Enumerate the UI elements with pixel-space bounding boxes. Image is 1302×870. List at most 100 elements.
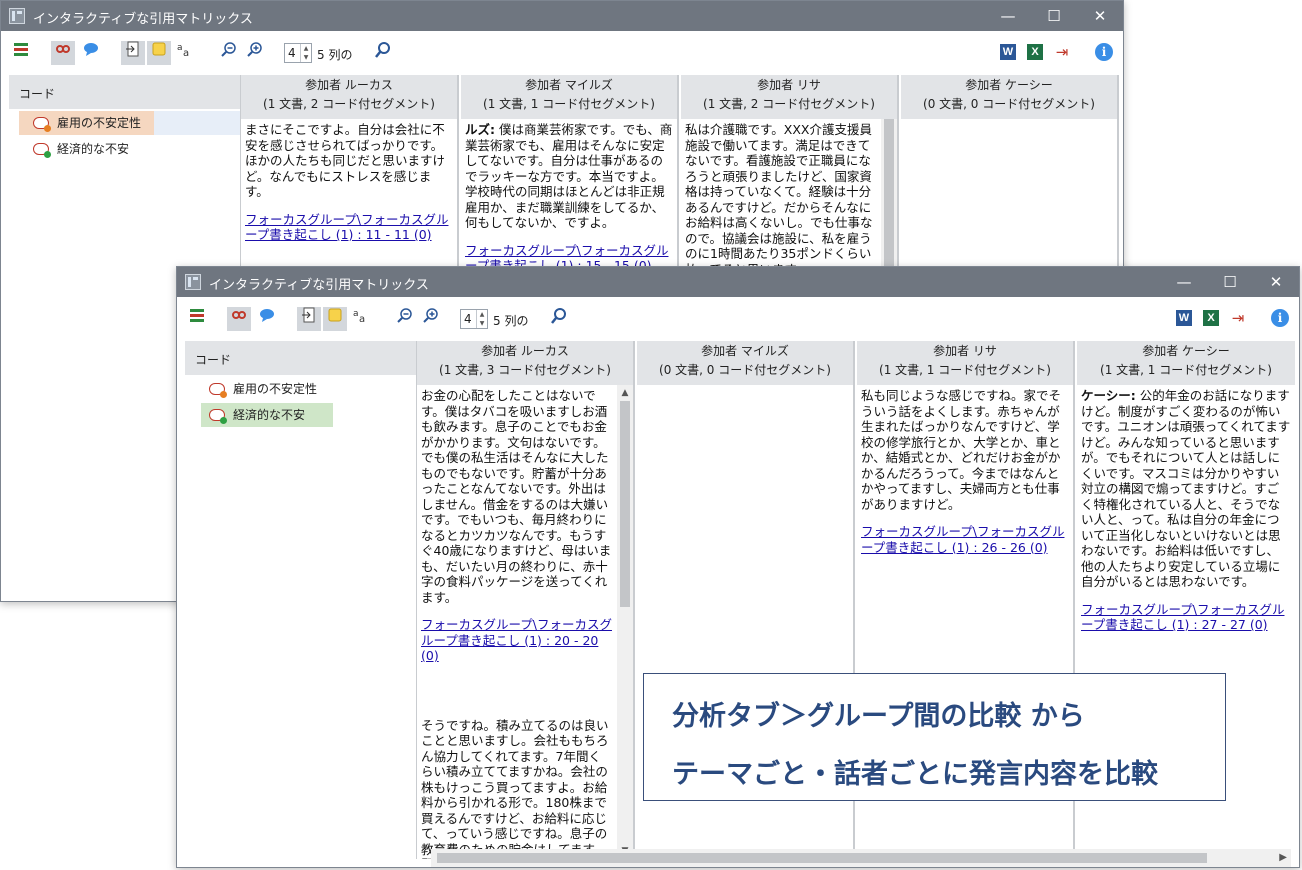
window-title: インタラクティブな引用マトリックス	[209, 278, 429, 293]
segment-link[interactable]: フォーカスグループ\フォーカスグループ書き起こし (1) : 26 - 26 (…	[861, 524, 1069, 555]
scroll-thumb[interactable]	[437, 853, 1207, 863]
maximize-button[interactable]: ☐	[1207, 267, 1253, 297]
participant-name: 参加者 ルーカス	[481, 344, 569, 358]
text-format-icon[interactable]: aa	[349, 307, 373, 331]
zoom-out-icon[interactable]	[217, 41, 241, 65]
code-item-employment-instability[interactable]: 雇用の不安定性	[185, 377, 416, 401]
column-body: お金の心配をしたことはないです。僕はタバコを吸いますしお酒も飲みます。息子のこと…	[417, 385, 617, 859]
close-button[interactable]: ✕	[1077, 1, 1123, 31]
code-item-economic-anxiety[interactable]: 経済的な不安	[9, 137, 240, 161]
callout-line-1: 分析タブ＞グループ間の比較 から	[672, 701, 1085, 732]
excel-export-icon[interactable]: X	[1027, 44, 1043, 60]
stepper-arrows-icon[interactable]: ▲ ▼	[300, 44, 311, 62]
segment-text: ケーシー: 公的年金のお話になりますけど。制度がすごく変わるのが怖いです。ユニオ…	[1081, 388, 1291, 590]
scroll-up-icon[interactable]: ▲	[617, 385, 633, 401]
exit-icon[interactable]: ⇥	[1229, 309, 1247, 327]
segment-stats: (1 文書, 2 コード付セグメント)	[263, 97, 435, 111]
info-icon[interactable]: i	[1095, 43, 1113, 61]
zoom-out-icon[interactable]	[393, 307, 417, 331]
participant-name: 参加者 マイルズ	[701, 344, 789, 358]
code-filter-icon[interactable]	[227, 307, 251, 331]
zoom-in-icon[interactable]	[419, 307, 443, 331]
segment-link[interactable]: フォーカスグループ\フォーカスグループ書き起こし (1) : 20 - 20 (…	[421, 617, 613, 664]
scroll-right-icon[interactable]: ▶	[1279, 849, 1287, 867]
window-title: インタラクティブな引用マトリックス	[33, 12, 253, 27]
column-header: 参加者 リサ (1 文書, 1 コード付セグメント)	[857, 341, 1073, 385]
code-icon	[209, 409, 227, 424]
close-button[interactable]: ✕	[1253, 267, 1299, 297]
segment-stats: (1 文書, 1 コード付セグメント)	[1100, 363, 1272, 377]
memo-icon[interactable]	[255, 307, 279, 331]
column-count-value: 4	[464, 312, 472, 326]
export-to-doc-icon[interactable]	[121, 41, 145, 65]
columns-label: 5 列の	[317, 48, 353, 62]
column-header: 参加者 マイルズ (1 文書, 1 コード付セグメント)	[461, 75, 677, 119]
column-count-value: 4	[288, 46, 296, 60]
code-item-employment-instability[interactable]: 雇用の不安定性	[9, 111, 240, 135]
code-icon	[33, 117, 51, 132]
horizontal-scrollbar[interactable]: ▶	[431, 849, 1291, 867]
code-item-economic-anxiety[interactable]: 経済的な不安	[185, 403, 416, 427]
segment-text: お金の心配をしたことはないです。僕はタバコを吸いますしお酒も飲みます。息子のこと…	[421, 388, 612, 605]
participant-name: 参加者 ケーシー	[1142, 344, 1230, 358]
title-bar: インタラクティブな引用マトリックス — ☐ ✕	[1, 1, 1123, 31]
toolbar: aa 4 ▲ ▼ 5 列の W X ⇥ i	[1, 31, 1123, 75]
segment-stats: (0 文書, 0 コード付セグメント)	[659, 363, 831, 377]
sticky-note-icon[interactable]	[323, 307, 347, 331]
zoom-in-icon[interactable]	[243, 41, 267, 65]
annotation-callout: 分析タブ＞グループ間の比較 から テーマごと・話者ごとに発言内容を比較	[643, 673, 1226, 801]
color-bars-icon[interactable]	[9, 41, 33, 65]
segment-stats: (1 文書, 3 コード付セグメント)	[439, 363, 611, 377]
export-to-doc-icon[interactable]	[297, 307, 321, 331]
code-filter-icon[interactable]	[51, 41, 75, 65]
code-panel: コード 雇用の不安定性 経済的な不安	[185, 341, 417, 859]
memo-icon[interactable]	[79, 41, 103, 65]
segment-stats: (1 文書, 2 コード付セグメント)	[703, 97, 875, 111]
search-icon[interactable]	[371, 41, 395, 65]
svg-text:a: a	[177, 43, 183, 53]
speaker-label: ケーシー:	[1081, 388, 1136, 403]
callout-line-2: テーマごと・話者ごとに発言内容を比較	[672, 759, 1158, 790]
segment-link[interactable]: フォーカスグループ\フォーカスグループ書き起こし (1) : 27 - 27 (…	[1081, 602, 1291, 633]
code-header: コード	[9, 75, 240, 109]
app-icon	[9, 8, 25, 24]
minimize-button[interactable]: —	[985, 1, 1031, 31]
segment-stats: (0 文書, 0 コード付セグメント)	[923, 97, 1095, 111]
column-header: 参加者 マイルズ (0 文書, 0 コード付セグメント)	[637, 341, 853, 385]
word-export-icon[interactable]: W	[1000, 44, 1016, 60]
svg-text:a: a	[353, 309, 359, 319]
segment-body: 僕は商業芸術家です。でも、商業芸術家でも、雇用はそんなに安定してないです。自分は…	[465, 122, 673, 230]
column-header: 参加者 リサ (1 文書, 2 コード付セグメント)	[681, 75, 897, 119]
info-icon[interactable]: i	[1271, 309, 1289, 327]
svg-text:a: a	[359, 314, 365, 323]
text-format-icon[interactable]: aa	[173, 41, 197, 65]
minimize-button[interactable]: —	[1161, 267, 1207, 297]
sticky-note-icon[interactable]	[147, 41, 171, 65]
code-icon	[33, 143, 51, 158]
code-label: 雇用の不安定性	[233, 382, 318, 396]
exit-icon[interactable]: ⇥	[1053, 43, 1071, 61]
word-export-icon[interactable]: W	[1176, 310, 1192, 326]
code-label: 雇用の不安定性	[57, 116, 142, 130]
segment-text: 私は介護職です。XXX介護支援員施設で働いてます。満足はできてないです。看護施設…	[685, 122, 873, 277]
maximize-button[interactable]: ☐	[1031, 1, 1077, 31]
search-icon[interactable]	[547, 307, 571, 331]
segment-link[interactable]: フォーカスグループ\フォーカスグループ書き起こし (1) : 11 - 11 (…	[245, 212, 453, 243]
code-label: 経済的な不安	[57, 142, 130, 156]
stepper-arrows-icon[interactable]: ▲ ▼	[476, 310, 487, 328]
participant-name: 参加者 リサ	[757, 78, 821, 92]
segment-text: ルズ: 僕は商業芸術家です。でも、商業芸術家でも、雇用はそんなに安定してないです…	[465, 122, 673, 231]
segment-stats: (1 文書, 1 コード付セグメント)	[483, 97, 655, 111]
color-bars-icon[interactable]	[185, 307, 209, 331]
vertical-scrollbar[interactable]: ▲ ▼	[617, 385, 633, 859]
column-count-stepper[interactable]: 4 ▲ ▼	[284, 43, 312, 63]
column-count-stepper[interactable]: 4 ▲ ▼	[460, 309, 488, 329]
column-header: 参加者 ケーシー (1 文書, 1 コード付セグメント)	[1077, 341, 1295, 385]
excel-export-icon[interactable]: X	[1203, 310, 1219, 326]
scroll-thumb[interactable]	[620, 401, 630, 607]
column-header: 参加者 ルーカス (1 文書, 3 コード付セグメント)	[417, 341, 633, 385]
app-icon	[185, 274, 201, 290]
columns-label: 5 列の	[493, 314, 529, 328]
column-header: 参加者 ルーカス (1 文書, 2 コード付セグメント)	[241, 75, 457, 119]
scroll-thumb[interactable]	[884, 119, 894, 279]
